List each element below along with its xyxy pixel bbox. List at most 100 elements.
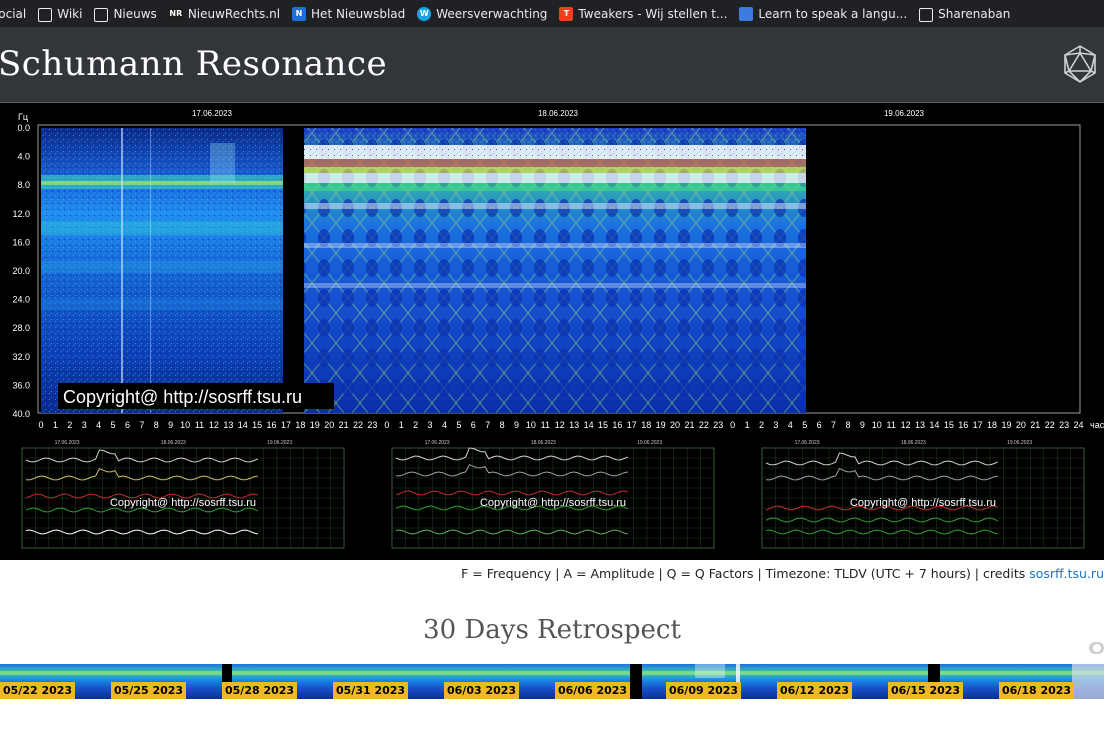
- retrospect-date-tag[interactable]: 05/28 2023: [222, 682, 298, 699]
- hour-tick-label: 16: [267, 420, 277, 430]
- hour-tick-label: 3: [428, 420, 433, 430]
- chart-canvas: Copyright@ http://sosrff.tsu.ru Гц час 0…: [12, 109, 1104, 549]
- y-tick-label: 12.0: [12, 209, 30, 219]
- retrospect-toggle[interactable]: [1089, 642, 1104, 654]
- hour-tick-label: 11: [541, 420, 550, 430]
- hour-tick-label: 10: [180, 420, 190, 430]
- amplitude-chart: 17.06.2023 18.06.2023 19.06.2023 Copyright@…: [391, 440, 715, 549]
- bookmark-item[interactable]: T Tweakers - Wij stellen t...: [559, 6, 727, 21]
- hour-tick-label: 17: [627, 420, 637, 430]
- credits-text: F = Frequency | A = Amplitude | Q = Q Fa…: [461, 566, 1030, 581]
- retrospect-date-tag[interactable]: 06/06 2023: [555, 682, 631, 699]
- y-tick-label: 16.0: [12, 237, 30, 247]
- hour-tick-label: 23: [367, 420, 377, 430]
- date-label: 17.06.2023: [192, 109, 233, 118]
- bookmark-item[interactable]: N Het Nieuwsblad: [292, 6, 405, 21]
- retrospect-date-tag[interactable]: 05/25 2023: [111, 682, 187, 699]
- bookmark-label: Nieuws: [113, 6, 157, 21]
- hour-tick-label: 13: [569, 420, 579, 430]
- bookmark-item[interactable]: NR NieuwRechts.nl: [168, 6, 280, 21]
- y-tick-label: 28.0: [12, 323, 30, 333]
- hour-tick-label: 18: [295, 420, 305, 430]
- hour-tick-label: 20: [324, 420, 334, 430]
- hour-tick-label: 17: [281, 420, 291, 430]
- subchart-date-label: 18.06.2023: [161, 440, 186, 446]
- subchart-date-label: 17.06.2023: [795, 440, 820, 446]
- hour-tick-label: 1: [745, 420, 750, 430]
- hour-tick-label: 0: [384, 420, 389, 430]
- bookmark-item[interactable]: W Weersverwachting: [417, 6, 547, 21]
- hour-tick-label: 18: [641, 420, 651, 430]
- hour-tick-label: 2: [413, 420, 418, 430]
- bookmark-item[interactable]: Nieuws: [94, 6, 157, 22]
- hour-tick-label: 9: [514, 420, 519, 430]
- hour-tick-label: 11: [195, 420, 204, 430]
- language-favicon: [739, 6, 754, 21]
- subchart-date-label: 19.06.2023: [267, 440, 292, 446]
- retrospect-date-tag[interactable]: 06/12 2023: [777, 682, 853, 699]
- retrospect-title: 30 Days Retrospect: [423, 615, 681, 645]
- bookmark-item[interactable]: Sharenaban: [919, 7, 1010, 22]
- retrospect-date-tag[interactable]: 06/15 2023: [888, 682, 964, 699]
- subchart-date-label: 19.06.2023: [637, 440, 662, 446]
- hour-tick-label: 0: [38, 420, 43, 430]
- credits-link[interactable]: sosrff.tsu.ru: [1029, 566, 1104, 581]
- hour-tick-label: 4: [96, 420, 101, 430]
- subchart-date-label: 17.06.2023: [425, 440, 450, 446]
- spectrogram-copyright: Copyright@ http://sosrff.tsu.ru: [63, 387, 302, 407]
- date-label: 19.06.2023: [884, 109, 925, 118]
- y-tick-label: 36.0: [12, 380, 30, 390]
- retrospect-date-tag[interactable]: 05/22 2023: [0, 682, 76, 699]
- retrospect-date-tag[interactable]: 06/18 2023: [999, 682, 1075, 699]
- retrospect-date-tag[interactable]: 06/03 2023: [444, 682, 520, 699]
- hour-tick-label: 12: [209, 420, 219, 430]
- hour-tick-label: 5: [802, 420, 807, 430]
- hour-tick-label: 20: [1016, 420, 1026, 430]
- hour-tick-label: 4: [442, 420, 447, 430]
- hour-tick-label: 23: [713, 420, 723, 430]
- hour-tick-label: 22: [699, 420, 709, 430]
- hour-tick-label: 1: [399, 420, 404, 430]
- credits-line: F = Frequency | A = Amplitude | Q = Q Fa…: [0, 566, 1104, 584]
- spectrogram-day2: [304, 128, 806, 413]
- icosahedron-icon[interactable]: [1062, 44, 1098, 84]
- hour-tick-label: 21: [1030, 420, 1040, 430]
- frequency-chart: 17.06.2023 18.06.2023 19.06.2023 Copyright@…: [21, 440, 345, 549]
- q-factor-chart: 17.06.2023 18.06.2023 19.06.2023 Copyright@…: [761, 440, 1085, 549]
- hour-tick-label: 6: [817, 420, 822, 430]
- y-tick-label: 4.0: [17, 152, 30, 162]
- hour-tick-label: 17: [973, 420, 983, 430]
- subchart-date-label: 17.06.2023: [55, 440, 80, 446]
- hour-tick-label: 19: [656, 420, 666, 430]
- hour-tick-label: 20: [670, 420, 680, 430]
- hour-tick-label: 22: [353, 420, 363, 430]
- hour-tick-label: 19: [310, 420, 320, 430]
- hour-tick-label: 10: [872, 420, 882, 430]
- hour-tick-label: 14: [929, 420, 939, 430]
- hour-tick-label: 5: [456, 420, 461, 430]
- retrospect-date-tag[interactable]: 06/09 2023: [666, 682, 742, 699]
- bookmark-label: Learn to speak a langu...: [758, 6, 908, 21]
- y-tick-label: 40.0: [12, 409, 30, 419]
- hour-tick-label: 7: [485, 420, 490, 430]
- y-tick-label: 24.0: [12, 295, 30, 305]
- hour-tick-label: 2: [67, 420, 72, 430]
- y-tick-label: 20.0: [12, 266, 30, 276]
- y-unit-label: Гц: [18, 112, 28, 122]
- hour-tick-label: 3: [82, 420, 87, 430]
- page-title: Schumann Resonance: [0, 44, 388, 84]
- hour-tick-label: 0: [730, 420, 735, 430]
- hour-tick-label: 9: [168, 420, 173, 430]
- subchart-date-label: 18.06.2023: [901, 440, 926, 446]
- hour-tick-label: 16: [612, 420, 622, 430]
- bookmark-item[interactable]: Learn to speak a langu...: [739, 6, 908, 21]
- bookmark-item[interactable]: social: [0, 7, 26, 21]
- spectrogram-day1: [41, 128, 283, 413]
- hour-tick-label: 21: [339, 420, 349, 430]
- subchart-copyright: Copyright@ http://sosrff.tsu.ru: [110, 497, 256, 509]
- hour-tick-label: 1: [53, 420, 58, 430]
- hour-tick-label: 10: [526, 420, 536, 430]
- bookmark-item[interactable]: Wiki: [38, 7, 82, 22]
- retrospect-date-tag[interactable]: 05/31 2023: [333, 682, 409, 699]
- subchart-date-label: 19.06.2023: [1007, 440, 1032, 446]
